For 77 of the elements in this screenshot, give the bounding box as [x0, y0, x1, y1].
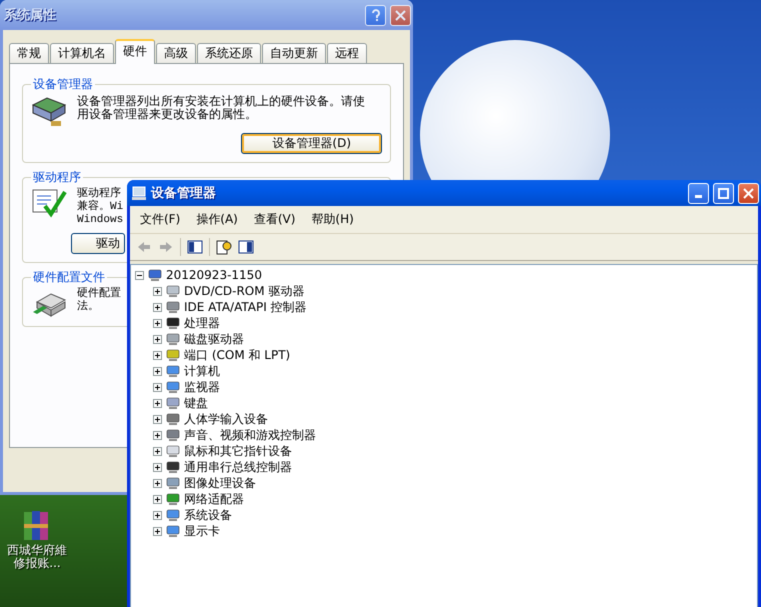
computer-icon	[147, 267, 163, 283]
expand-icon[interactable]	[153, 350, 162, 360]
tab[interactable]: 远程	[327, 43, 367, 64]
window-title: 系统属性	[4, 6, 57, 24]
expand-icon[interactable]	[153, 398, 162, 408]
tree-item[interactable]: 声音、视频和游戏控制器	[184, 426, 316, 444]
group-description: 硬件配置 法。	[77, 288, 121, 314]
tab[interactable]: 自动更新	[262, 43, 326, 64]
tree-item[interactable]: 监视器	[184, 378, 220, 396]
monitor-icon	[165, 523, 181, 539]
menu-item[interactable]: 查看(V)	[252, 209, 298, 230]
expand-icon[interactable]	[153, 478, 162, 488]
tree-item[interactable]: 处理器	[184, 314, 220, 332]
close-button[interactable]	[738, 182, 759, 204]
expand-icon[interactable]	[153, 286, 162, 296]
menu-item[interactable]: 文件(F)	[138, 209, 182, 230]
expand-icon[interactable]	[153, 302, 162, 312]
tree-item[interactable]: 计算机	[184, 362, 220, 380]
tree-item[interactable]: 端口 (COM 和 LPT)	[184, 346, 290, 364]
expand-icon[interactable]	[153, 462, 162, 472]
group-title: 驱动程序	[32, 169, 82, 186]
tree-item[interactable]: 人体学输入设备	[184, 410, 268, 428]
expand-icon[interactable]	[153, 366, 162, 376]
tree-item[interactable]: 显示卡	[184, 522, 220, 540]
expand-icon[interactable]	[153, 510, 162, 520]
question-mark-icon	[370, 8, 380, 22]
expand-icon[interactable]	[153, 334, 162, 344]
tab[interactable]: 系统还原	[197, 43, 261, 64]
collapse-icon[interactable]	[135, 270, 144, 280]
group-title: 设备管理器	[32, 76, 94, 93]
tab[interactable]: 高级	[156, 43, 196, 64]
expand-icon[interactable]	[153, 414, 162, 424]
window-title: 设备管理器	[151, 185, 217, 202]
computer-icon	[165, 363, 181, 379]
group-description: 设备管理器列出所有安装在计算机上的硬件设备。请使用设备管理器来更改设备的属性。	[77, 95, 366, 121]
expand-icon[interactable]	[153, 446, 162, 456]
tree-item[interactable]: 系统设备	[184, 506, 232, 524]
close-button[interactable]	[390, 4, 411, 26]
expand-icon[interactable]	[153, 382, 162, 392]
panel-toggle-icon[interactable]	[238, 240, 254, 254]
maximize-button[interactable]	[713, 182, 734, 204]
tab[interactable]: 常规	[9, 43, 49, 64]
computer-icon	[165, 507, 181, 523]
group-button[interactable]: 驱动	[71, 233, 125, 254]
expand-icon[interactable]	[153, 494, 162, 504]
help-button[interactable]	[365, 4, 386, 26]
menu-item[interactable]: 帮助(H)	[309, 209, 356, 230]
tree-item[interactable]: 图像处理设备	[184, 474, 256, 492]
hardware-icon	[31, 95, 67, 127]
tab[interactable]: 计算机名	[50, 43, 114, 64]
close-icon	[743, 188, 754, 198]
monitor-icon	[165, 379, 181, 395]
computer-icon	[131, 185, 147, 201]
menu-item[interactable]: 操作(A)	[194, 209, 240, 230]
tree-item[interactable]: 通用串行总线控制器	[184, 458, 292, 476]
desktop-icon-label[interactable]: 西城华府維 修报账...	[7, 544, 67, 570]
tree-item[interactable]: 键盘	[184, 394, 208, 412]
tree-item[interactable]: DVD/CD-ROM 驱动器	[184, 282, 304, 300]
minimize-button[interactable]	[688, 182, 709, 204]
expand-icon[interactable]	[153, 526, 162, 536]
maximize-icon	[718, 188, 729, 198]
group-title: 硬件配置文件	[32, 269, 106, 286]
tree-item[interactable]: 网络适配器	[184, 490, 244, 508]
document-check-icon	[31, 188, 67, 218]
expand-icon[interactable]	[153, 430, 162, 440]
tree-item[interactable]: IDE ATA/ATAPI 控制器	[184, 298, 307, 316]
tree-item[interactable]: 鼠标和其它指针设备	[184, 442, 292, 460]
help-properties-icon[interactable]	[216, 239, 232, 255]
tab[interactable]: 硬件	[115, 39, 155, 64]
group-button[interactable]: 设备管理器(D)	[241, 133, 382, 154]
panel-toggle-icon[interactable]	[187, 240, 203, 254]
close-icon	[395, 10, 406, 20]
expand-icon[interactable]	[153, 318, 162, 328]
group-description: 驱动程序 兼容。Wi Windows	[77, 188, 124, 227]
tree-item[interactable]: 磁盘驱动器	[184, 330, 244, 348]
tree-item[interactable]: 20120923-1150	[166, 268, 262, 282]
minimize-icon	[695, 195, 702, 198]
